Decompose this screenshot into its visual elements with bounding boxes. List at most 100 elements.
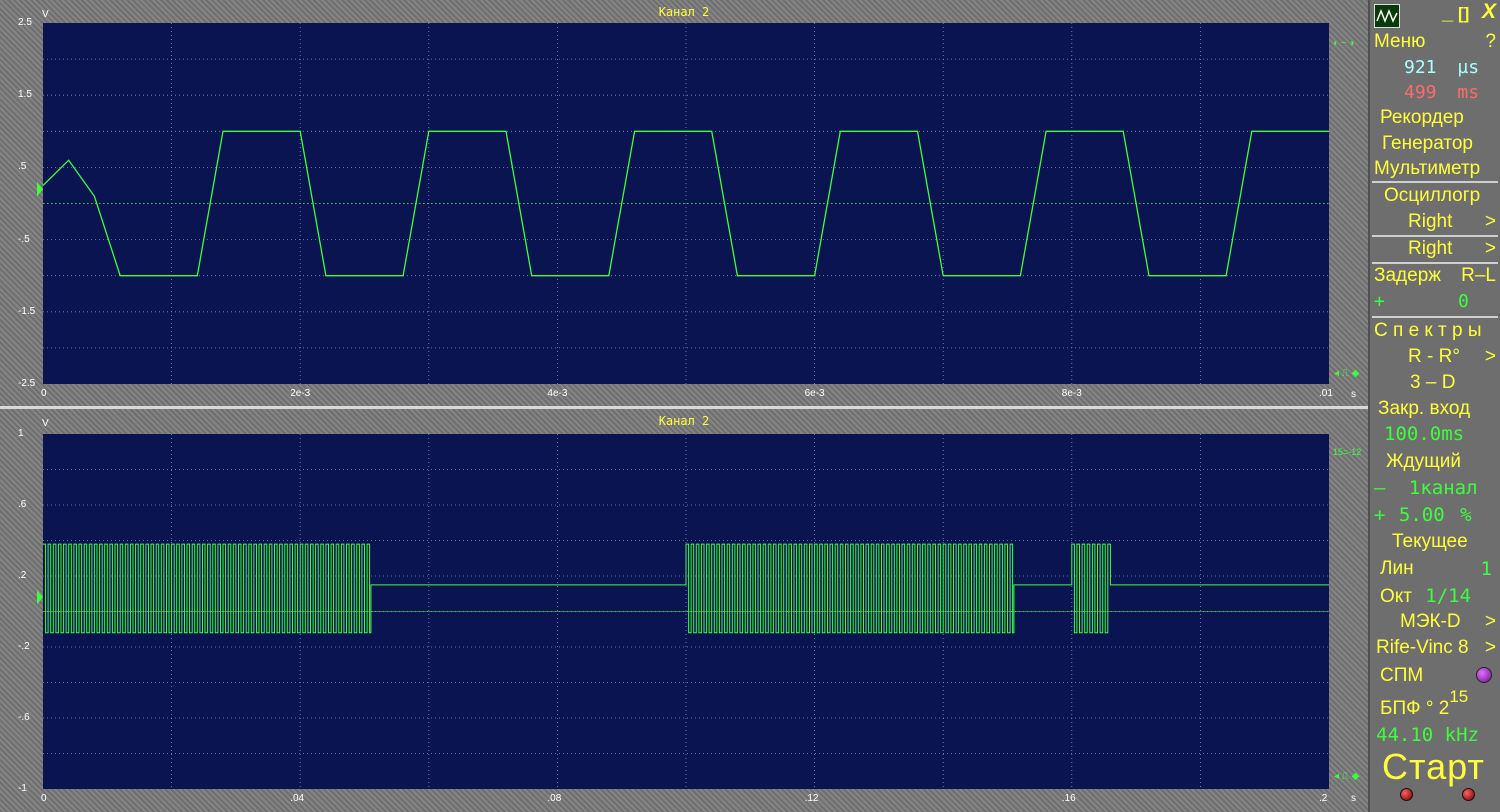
- delay-value: 0: [1458, 291, 1469, 312]
- time2-value: 499: [1404, 82, 1437, 103]
- x-tick-label: .04: [290, 793, 305, 804]
- rate-unit: kHz: [1444, 724, 1479, 746]
- x-tick-label: .12: [804, 793, 819, 804]
- y-tick-label: .5: [18, 161, 27, 173]
- left-led-icon: [1400, 788, 1413, 801]
- x-tick-label: 0: [41, 388, 47, 399]
- time1-value: 921: [1404, 57, 1437, 78]
- top-plot-area[interactable]: [0, 0, 1368, 406]
- mek-arrow: >: [1484, 611, 1496, 632]
- time1-unit: µs: [1457, 57, 1480, 78]
- x-tick-label: .2: [1319, 793, 1328, 804]
- top-scope-panel: Канал 2 V s ◖ ~ ◗ ◂ ⎍ ◆ 2.5 1.5.5 -.5 -1.5-…: [0, 0, 1368, 406]
- rife-label: Rife-Vinc 8: [1376, 637, 1469, 658]
- channel-sign: –: [1374, 477, 1386, 499]
- level-value: 5.00: [1398, 504, 1445, 526]
- y-tick-label: -1: [18, 783, 27, 794]
- right1-label: Right: [1408, 211, 1453, 232]
- menu-item-spm[interactable]: СПМ: [1374, 665, 1498, 687]
- right2-label: Right: [1408, 238, 1453, 259]
- closed-value: 100.0: [1384, 423, 1442, 445]
- menu-item-3d[interactable]: 3 – D: [1410, 372, 1500, 394]
- trigger-marker[interactable]: [37, 181, 43, 197]
- right1-arrow: >: [1484, 211, 1496, 232]
- y-tick-label: .6: [18, 499, 27, 510]
- menu-item-generator[interactable]: Генератор: [1382, 133, 1500, 155]
- trigger-marker[interactable]: [37, 590, 43, 605]
- oct-value: 1/14: [1425, 585, 1472, 607]
- lin-label: Лин: [1380, 558, 1414, 579]
- maximize-button[interactable]: []: [1458, 4, 1469, 24]
- closed-input-readout[interactable]: 100.0ms: [1384, 423, 1500, 445]
- right2-arrow: >: [1484, 238, 1496, 259]
- delay-label: Задерж: [1374, 265, 1441, 286]
- x-tick-label: 0: [41, 793, 47, 804]
- menu-item-waiting[interactable]: Ждущий: [1386, 451, 1500, 473]
- menu-item-multimeter[interactable]: Мультиметр: [1374, 158, 1498, 180]
- channel-readout[interactable]: – 1канал: [1374, 477, 1498, 499]
- menu-divider: [1372, 316, 1498, 318]
- bottom-plot-area[interactable]: [0, 409, 1368, 812]
- channel-label: канал: [1420, 477, 1478, 499]
- menu-item-right1[interactable]: Right >: [1374, 211, 1498, 233]
- oscilloscope-icon: [1376, 8, 1398, 24]
- x-tick-label: 6e-3: [804, 388, 825, 399]
- menu-item-recorder[interactable]: Рекордер: [1380, 107, 1500, 129]
- menu-item-oscillograph[interactable]: Осциллогр: [1384, 185, 1500, 207]
- bottom-scope-panel: Канал 2 V s 15=-12 ◂ ⎍ ◆ 1.6.2 -.2 -.6 -1 0.…: [0, 409, 1368, 812]
- rate-value: 44.10: [1376, 724, 1434, 746]
- close-button[interactable]: X: [1482, 0, 1496, 24]
- spm-label: СПМ: [1380, 665, 1424, 686]
- help-button[interactable]: ?: [1485, 31, 1496, 53]
- app-icon[interactable]: [1374, 4, 1400, 28]
- menu-item-current[interactable]: Текущее: [1392, 531, 1500, 553]
- menu-item-mek[interactable]: МЭК-D >: [1374, 611, 1498, 633]
- r-r-label: R - R°: [1408, 346, 1460, 367]
- x-tick-label: 8e-3: [1061, 388, 1082, 399]
- menu-label: Меню: [1374, 31, 1426, 52]
- menu-divider: [1372, 235, 1498, 237]
- level-unit: %: [1460, 504, 1472, 526]
- menu-divider: [1372, 181, 1498, 183]
- delay-rl: R–L: [1461, 265, 1496, 286]
- time2-unit: ms: [1457, 82, 1480, 103]
- y-tick-label: .2: [18, 570, 27, 581]
- level-readout[interactable]: + 5.00 %: [1374, 504, 1498, 526]
- menu-item-r-r[interactable]: R - R° >: [1374, 346, 1498, 368]
- menu-divider: [1372, 262, 1498, 264]
- menu-item-bpf[interactable]: БПФ ° 215: [1374, 687, 1498, 720]
- menu-item-rife[interactable]: Rife-Vinc 8 >: [1374, 637, 1498, 659]
- menu-item-right2[interactable]: Right >: [1374, 238, 1498, 260]
- sample-rate-readout[interactable]: 44.10 kHz: [1376, 724, 1500, 746]
- x-tick-label: .16: [1061, 793, 1076, 804]
- minimize-button[interactable]: _: [1442, 2, 1453, 25]
- oct-readout[interactable]: Окт 1/14: [1374, 585, 1498, 608]
- rife-arrow: >: [1484, 637, 1496, 658]
- x-tick-label: 2e-3: [290, 388, 311, 399]
- delay-sign: +: [1374, 291, 1385, 312]
- y-tick-label: 1.5: [18, 89, 32, 101]
- spm-indicator-icon[interactable]: [1476, 667, 1492, 683]
- menu-item-spectra[interactable]: С п е к т р ы: [1374, 320, 1498, 342]
- bpf-base: 2: [1438, 698, 1450, 719]
- r-r-arrow: >: [1484, 346, 1496, 367]
- right-menu-panel: _ [] X Меню ? 921 µs 499 ms Рекордер Ген…: [1368, 0, 1500, 812]
- lin-readout[interactable]: Лин 1: [1374, 558, 1498, 580]
- lin-value: 1: [1480, 558, 1492, 580]
- channel-num: 1: [1408, 477, 1421, 499]
- y-tick-label: -1.5: [18, 305, 36, 317]
- time2-readout: 499 ms: [1404, 82, 1500, 104]
- y-tick-label: -2.5: [18, 378, 36, 389]
- menu-item-closed-input[interactable]: Закр. вход: [1378, 398, 1500, 420]
- delay-readout[interactable]: + 0: [1374, 291, 1498, 313]
- x-tick-label: .08: [547, 793, 562, 804]
- start-button[interactable]: Старт: [1382, 746, 1485, 788]
- mek-label: МЭК-D: [1400, 611, 1461, 632]
- right-led-icon: [1462, 788, 1475, 801]
- y-tick-label: -.5: [18, 233, 30, 245]
- level-sign: +: [1374, 504, 1386, 526]
- y-tick-label: 1: [18, 428, 24, 439]
- menu-item-menu[interactable]: Меню ?: [1374, 31, 1498, 53]
- menu-item-delay[interactable]: Задерж R–L: [1374, 265, 1498, 287]
- x-tick-label: .01: [1319, 388, 1333, 399]
